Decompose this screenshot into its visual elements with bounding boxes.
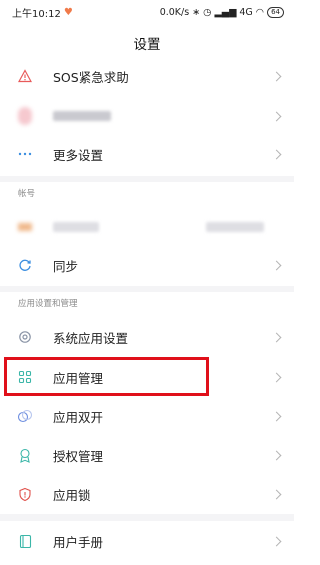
section-divider xyxy=(0,514,294,521)
settings-item-label: 系统应用设置 xyxy=(53,330,129,346)
app-icon xyxy=(17,107,33,125)
chevron-right-icon xyxy=(271,111,282,121)
dual-circle-icon xyxy=(17,408,33,424)
settings-item-label: 用户手册 xyxy=(53,534,104,550)
redacted-text xyxy=(53,222,99,232)
book-icon xyxy=(17,533,33,549)
section-header-account: 帐号 xyxy=(0,182,294,206)
status-bar: 上午10:12 ♥ 0.0K/s ∗ ◷ ▂▄▆ 4G ◠ 64 xyxy=(0,0,294,24)
settings-item-manual[interactable]: 用户手册 xyxy=(0,521,294,561)
wifi-icon: ◠ xyxy=(255,6,265,18)
section-header-apps: 应用设置和管理 xyxy=(0,292,294,316)
account-icon xyxy=(17,219,33,235)
settings-item-sync[interactable]: 同步 xyxy=(0,245,294,285)
settings-item-label: 授权管理 xyxy=(53,448,104,464)
chevron-right-icon xyxy=(271,332,282,342)
settings-item-redacted[interactable] xyxy=(0,96,294,136)
sync-icon xyxy=(17,257,33,273)
settings-item-permissions[interactable]: 授权管理 xyxy=(0,435,294,475)
heart-icon: ♥ xyxy=(63,6,73,18)
settings-item-label: 应用锁 xyxy=(53,487,91,503)
alarm-icon: ◷ xyxy=(203,6,212,18)
settings-item-app-lock[interactable]: 应用锁 xyxy=(0,474,294,514)
chevron-right-icon xyxy=(271,149,282,159)
bluetooth-icon: ∗ xyxy=(192,6,201,18)
battery-icon: 64 xyxy=(267,6,284,18)
redacted-text xyxy=(206,222,264,232)
network-type: 4G xyxy=(239,6,253,18)
chevron-right-icon xyxy=(271,260,282,270)
settings-item-account[interactable] xyxy=(0,207,294,247)
chevron-right-icon xyxy=(271,489,282,499)
badge-icon xyxy=(17,447,33,463)
chevron-right-icon xyxy=(271,372,282,382)
settings-item-label: 更多设置 xyxy=(53,147,104,163)
settings-item-dual-apps[interactable]: 应用双开 xyxy=(0,396,294,436)
settings-item-label: SOS紧急求助 xyxy=(53,69,129,85)
chevron-right-icon xyxy=(271,411,282,421)
settings-item-sos[interactable]: SOS紧急求助 xyxy=(0,56,294,96)
highlight-box xyxy=(4,357,209,396)
chevron-right-icon xyxy=(271,536,282,546)
redacted-text xyxy=(53,111,111,121)
warning-triangle-icon xyxy=(17,68,33,84)
chevron-right-icon xyxy=(271,450,282,460)
settings-item-system-apps[interactable]: 系统应用设置 xyxy=(0,317,294,357)
shield-icon xyxy=(17,486,33,502)
settings-item-label: 同步 xyxy=(53,258,79,274)
signal-icon: ▂▄▆ xyxy=(214,6,237,18)
chevron-right-icon xyxy=(271,71,282,81)
more-dots-icon xyxy=(17,146,33,162)
settings-item-label: 应用双开 xyxy=(53,409,104,425)
settings-item-more[interactable]: 更多设置 xyxy=(0,134,294,174)
settings-ring-icon xyxy=(17,329,33,345)
status-time: 上午10:12 xyxy=(12,8,61,20)
network-speed: 0.0K/s xyxy=(159,6,190,18)
